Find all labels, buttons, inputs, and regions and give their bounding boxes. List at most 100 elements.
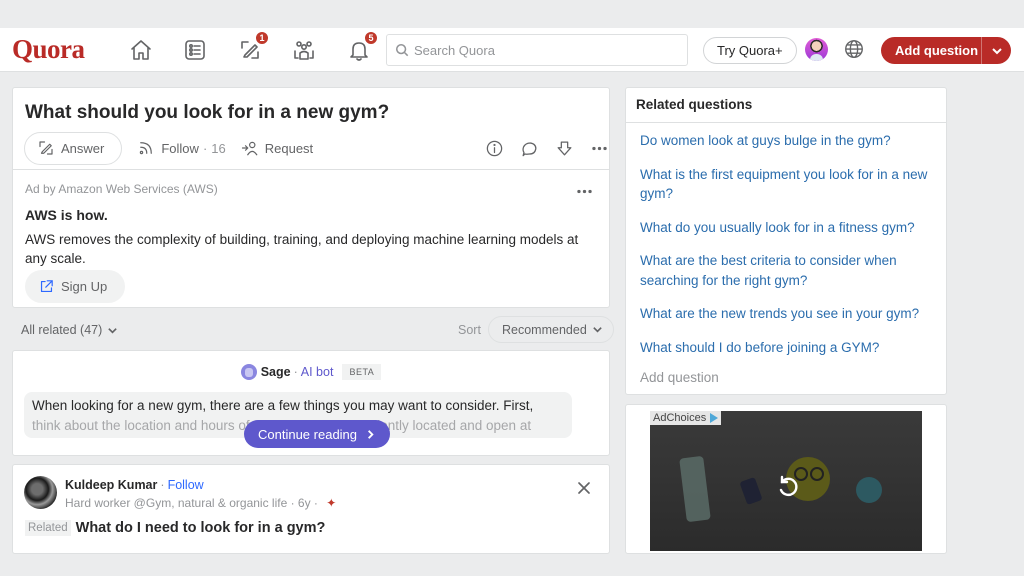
related-questions-heading: Related questions [636, 97, 753, 112]
answer-card: Kuldeep Kumar · Follow Hard worker @Gym, n… [12, 464, 610, 554]
globe-icon [845, 40, 863, 58]
all-related-label: All related (47) [21, 323, 103, 337]
dismiss-answer-button[interactable] [573, 477, 595, 499]
ad-sign-up-button[interactable]: Sign Up [25, 270, 126, 303]
follow-label: Follow [161, 140, 199, 156]
spark-icon: ✦ [326, 496, 337, 510]
related-question-link[interactable]: What do I need to look for in a gym? [76, 520, 326, 536]
more-options-button[interactable] [588, 137, 610, 159]
related-question-item[interactable]: What do you usually look for in a fitnes… [640, 218, 935, 238]
ad-body: AWS removes the complexity of building, … [25, 232, 579, 266]
continue-reading-button[interactable]: Continue reading [244, 420, 391, 448]
sage-avatar [240, 364, 257, 380]
follow-count: 16 [211, 140, 226, 156]
sage-name[interactable]: Sage [261, 365, 291, 379]
related-question-item[interactable]: Do women look at guys bulge in the gym? [640, 131, 935, 151]
divider [626, 122, 946, 123]
adchoices-badge[interactable]: AdChoices [650, 411, 722, 425]
downvote-icon [557, 141, 571, 155]
sage-text-line-1: When looking for a new gym, there are a … [32, 398, 534, 413]
sort-value: Recommended [502, 322, 587, 337]
sort-dropdown[interactable]: Recommended [488, 316, 614, 343]
request-label: Request [264, 140, 314, 156]
notifications-badge: 5 [364, 31, 378, 45]
blue-ball-image [856, 477, 882, 503]
search-input[interactable] [414, 42, 674, 58]
more-dots-icon [576, 189, 592, 193]
more-dots-icon [591, 146, 607, 150]
add-question-dropdown[interactable] [982, 45, 1011, 57]
ad-sponsor-label: Ad by Amazon Web Services (AWS) [25, 182, 218, 196]
author-line: Kuldeep Kumar · Follow [65, 478, 204, 492]
user-avatar[interactable] [805, 38, 828, 61]
beta-badge: BETA [342, 364, 382, 380]
nav-home[interactable] [127, 36, 155, 64]
ad-more-options-button[interactable] [573, 180, 595, 202]
search-box[interactable] [386, 34, 688, 66]
adchoices-label: AdChoices [653, 412, 707, 424]
nav-following[interactable] [181, 36, 209, 64]
related-question-item[interactable]: What are the best criteria to consider w… [640, 251, 935, 290]
related-questions-list: Do women look at guys bulge in the gym? … [640, 131, 935, 371]
replay-icon [779, 475, 798, 497]
info-button[interactable] [483, 137, 505, 159]
question-title: What should you look for in a new gym? [25, 102, 390, 123]
side-ad-card: AdChoices [625, 404, 947, 554]
all-related-dropdown[interactable]: All related (47) [21, 323, 118, 337]
phone-image [679, 455, 711, 523]
video-ad[interactable]: AdChoices [650, 411, 922, 551]
request-user-icon [241, 141, 258, 156]
info-icon [486, 140, 502, 156]
request-button[interactable]: Request [241, 139, 313, 157]
chevron-right-icon [368, 429, 374, 439]
related-question-row: Related What do I need to look for in a … [25, 520, 325, 536]
try-quora-plus-button[interactable]: Try Quora+ [703, 37, 797, 64]
answer-badge: 1 [255, 31, 269, 45]
edit-icon [39, 141, 53, 155]
sage-role: AI bot [300, 365, 334, 379]
related-question-item[interactable]: What should I do before joining a GYM? [640, 338, 935, 358]
sage-header: Sage · AI bot BETA [13, 364, 609, 380]
nav-spaces[interactable] [290, 36, 318, 64]
people-icon [294, 41, 314, 60]
quora-logo[interactable]: Quora [12, 34, 85, 65]
ad-title: AWS is how. [25, 207, 108, 223]
add-question-button[interactable]: Add question [881, 37, 1011, 64]
language-button[interactable] [843, 38, 866, 61]
chevron-down-icon [593, 327, 602, 333]
answer-button[interactable]: Answer [24, 131, 123, 165]
author-credential: Hard worker @Gym, natural & organic life… [65, 496, 336, 510]
follow-author-link[interactable]: Follow [168, 478, 204, 492]
continue-reading-label: Continue reading [258, 426, 358, 442]
credential-text: Hard worker @Gym, natural & organic life… [65, 496, 318, 510]
search-icon [395, 43, 409, 57]
author-name[interactable]: Kuldeep Kumar [65, 478, 157, 492]
comment-icon [521, 141, 536, 156]
list-icon [185, 40, 205, 60]
related-question-item[interactable]: What is the first equipment you look for… [640, 165, 935, 204]
answers-filter-row: All related (47) Sort Recommended [12, 316, 614, 343]
question-card: What should you look for in a new gym? A… [12, 87, 610, 308]
nav-answer[interactable]: 1 [236, 31, 269, 64]
nav-notifications[interactable]: 5 [345, 31, 378, 64]
related-question-item[interactable]: What are the new trends you see in your … [640, 304, 935, 324]
external-link-icon [40, 280, 53, 293]
author-avatar[interactable] [24, 476, 57, 509]
add-question-link[interactable]: Add question [640, 370, 719, 385]
question-actions: Answer Follow · 16 Request [24, 131, 607, 165]
answer-label: Answer [61, 140, 105, 156]
chevron-down-icon [108, 327, 118, 334]
add-question-label: Add question [895, 43, 979, 58]
divider [13, 169, 609, 170]
sage-answer-card: Sage · AI bot BETA When looking for a ne… [12, 350, 610, 456]
comment-button[interactable] [518, 137, 540, 159]
replay-button[interactable] [774, 473, 800, 499]
downvote-button[interactable] [553, 137, 575, 159]
chevron-down-icon [991, 47, 1002, 54]
separator: · [293, 365, 298, 379]
small-device-image [739, 476, 763, 506]
follow-question-button[interactable]: Follow · 16 [137, 139, 226, 157]
rss-icon [140, 142, 153, 155]
related-questions-panel: Related questions Do women look at guys … [625, 87, 947, 395]
sign-up-label: Sign Up [61, 279, 108, 294]
